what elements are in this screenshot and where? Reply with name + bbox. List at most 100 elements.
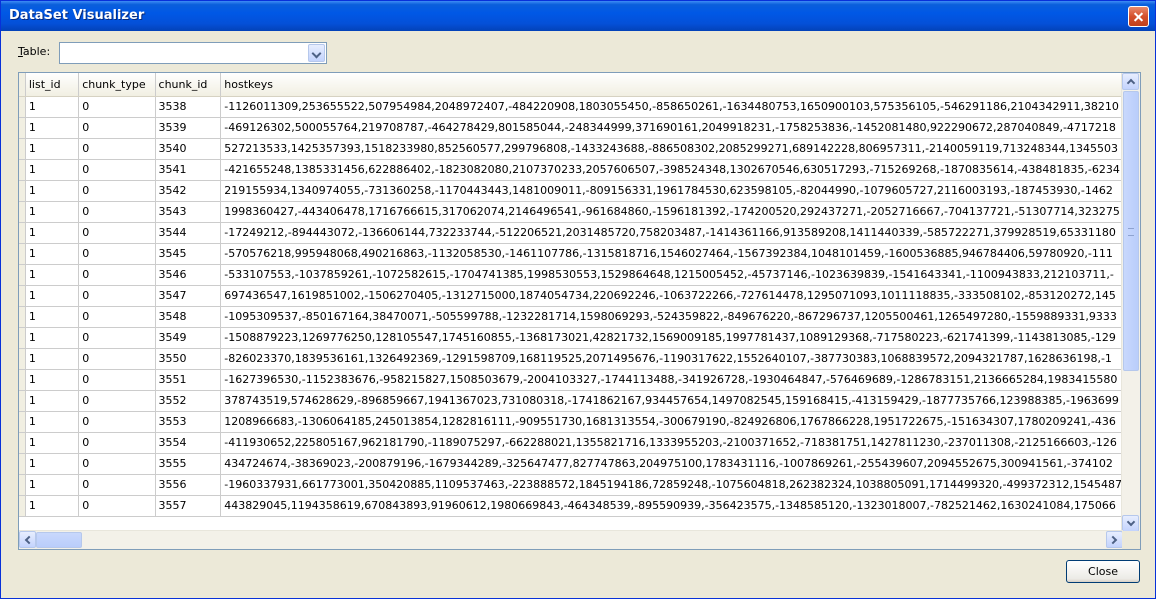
- cell-hostkeys[interactable]: 527213533,1425357393,1518233980,85256057…: [220, 138, 1123, 160]
- cell-chunk-id[interactable]: 3557: [155, 495, 222, 517]
- table-row[interactable]: 1 0 3554 -411930652,225805167,962181790,-11…: [19, 432, 1123, 454]
- cell-chunk-id[interactable]: 3541: [155, 159, 222, 181]
- cell-list-id[interactable]: 1: [25, 390, 80, 412]
- table-row[interactable]: 1 0 3548 -1095309537,-850167164,38470071,-5…: [19, 306, 1123, 328]
- cell-chunk-type[interactable]: 0: [78, 369, 156, 391]
- cell-chunk-id[interactable]: 3545: [155, 243, 222, 265]
- cell-chunk-id[interactable]: 3553: [155, 411, 222, 433]
- table-row[interactable]: 1 0 3544 -17249212,-894443072,-136606144,73…: [19, 222, 1123, 244]
- cell-hostkeys[interactable]: -1508879223,1269776250,128105547,1745160…: [220, 327, 1123, 349]
- cell-hostkeys[interactable]: -570576218,995948068,490216863,-11320585…: [220, 243, 1123, 265]
- cell-list-id[interactable]: 1: [25, 327, 80, 349]
- data-grid[interactable]: list_id chunk_type chunk_id hostkeys 103…: [18, 72, 1141, 550]
- cell-chunk-type[interactable]: 0: [78, 138, 156, 160]
- table-row[interactable]: 1 0 3538 -1126011309,253655522,507954984,20…: [19, 96, 1123, 118]
- cell-list-id[interactable]: 1: [25, 453, 80, 475]
- cell-list-id[interactable]: 1: [25, 369, 80, 391]
- cell-chunk-type[interactable]: 0: [78, 96, 156, 118]
- scroll-left-icon[interactable]: [19, 531, 36, 548]
- vertical-scrollbar[interactable]: [1121, 73, 1140, 532]
- cell-list-id[interactable]: 1: [25, 495, 80, 517]
- cell-hostkeys[interactable]: -17249212,-894443072,-136606144,73223374…: [220, 222, 1123, 244]
- table-row[interactable]: 1 0 3539 -469126302,500055764,219708787,-46…: [19, 117, 1123, 139]
- table-select[interactable]: [59, 42, 327, 64]
- cell-hostkeys[interactable]: -1627396530,-1152383676,-958215827,15085…: [220, 369, 1123, 391]
- cell-list-id[interactable]: 1: [25, 411, 80, 433]
- table-row[interactable]: 1 0 3553 1208966683,-1306064185,245013854,1…: [19, 411, 1123, 433]
- cell-chunk-type[interactable]: 0: [78, 306, 156, 328]
- cell-chunk-type[interactable]: 0: [78, 432, 156, 454]
- cell-chunk-id[interactable]: 3548: [155, 306, 222, 328]
- cell-list-id[interactable]: 1: [25, 243, 80, 265]
- cell-list-id[interactable]: 1: [25, 306, 80, 328]
- table-row[interactable]: 1 0 3552 378743519,574628629,-896859667,194…: [19, 390, 1123, 412]
- cell-chunk-id[interactable]: 3547: [155, 285, 222, 307]
- table-row[interactable]: 1 0 3541 -421655248,1385331456,622886402,-1…: [19, 159, 1123, 181]
- horizontal-scroll-thumb[interactable]: [36, 532, 82, 548]
- scroll-right-icon[interactable]: [1106, 531, 1123, 548]
- cell-list-id[interactable]: 1: [25, 201, 80, 223]
- cell-hostkeys[interactable]: 1208966683,-1306064185,245013854,1282816…: [220, 411, 1123, 433]
- cell-hostkeys[interactable]: -533107553,-1037859261,-1072582615,-1704…: [220, 264, 1123, 286]
- cell-chunk-id[interactable]: 3543: [155, 201, 222, 223]
- cell-chunk-type[interactable]: 0: [78, 474, 156, 496]
- cell-chunk-id[interactable]: 3550: [155, 348, 222, 370]
- cell-chunk-id[interactable]: 3554: [155, 432, 222, 454]
- table-row[interactable]: 1 0 3550 -826023370,1839536161,1326492369,-…: [19, 348, 1123, 370]
- cell-hostkeys[interactable]: -469126302,500055764,219708787,-46427842…: [220, 117, 1123, 139]
- vertical-scroll-thumb[interactable]: [1123, 91, 1139, 371]
- cell-chunk-type[interactable]: 0: [78, 180, 156, 202]
- cell-list-id[interactable]: 1: [25, 117, 80, 139]
- horizontal-scrollbar[interactable]: [19, 530, 1123, 549]
- cell-chunk-type[interactable]: 0: [78, 285, 156, 307]
- cell-list-id[interactable]: 1: [25, 138, 80, 160]
- window-close-icon[interactable]: [1128, 6, 1149, 27]
- cell-hostkeys[interactable]: 697436547,1619851002,-1506270405,-131271…: [220, 285, 1123, 307]
- cell-hostkeys[interactable]: -411930652,225805167,962181790,-11890752…: [220, 432, 1123, 454]
- table-row[interactable]: 1 0 3547 697436547,1619851002,-1506270405,-…: [19, 285, 1123, 307]
- cell-chunk-id[interactable]: 3549: [155, 327, 222, 349]
- close-button[interactable]: Close: [1066, 560, 1140, 583]
- table-row[interactable]: 1 0 3542 219155934,1340974055,-731360258,-1…: [19, 180, 1123, 202]
- cell-list-id[interactable]: 1: [25, 348, 80, 370]
- cell-chunk-id[interactable]: 3539: [155, 117, 222, 139]
- cell-hostkeys[interactable]: 219155934,1340974055,-731360258,-1170443…: [220, 180, 1123, 202]
- table-row[interactable]: 1 0 3556 -1960337931,661773001,350420885,11…: [19, 474, 1123, 496]
- cell-chunk-type[interactable]: 0: [78, 117, 156, 139]
- cell-chunk-id[interactable]: 3542: [155, 180, 222, 202]
- scroll-up-icon[interactable]: [1122, 73, 1139, 90]
- cell-chunk-type[interactable]: 0: [78, 264, 156, 286]
- title-bar[interactable]: DataSet Visualizer: [1, 1, 1155, 31]
- cell-list-id[interactable]: 1: [25, 285, 80, 307]
- cell-hostkeys[interactable]: -1960337931,661773001,350420885,11095374…: [220, 474, 1123, 496]
- cell-list-id[interactable]: 1: [25, 180, 80, 202]
- cell-chunk-id[interactable]: 3538: [155, 96, 222, 118]
- cell-chunk-type[interactable]: 0: [78, 390, 156, 412]
- cell-hostkeys[interactable]: -1095309537,-850167164,38470071,-5055997…: [220, 306, 1123, 328]
- cell-hostkeys[interactable]: -1126011309,253655522,507954984,20489724…: [220, 96, 1123, 118]
- table-row[interactable]: 1 0 3555 434724674,-38369023,-200879196,-16…: [19, 453, 1123, 475]
- cell-hostkeys[interactable]: 443829045,1194358619,670843893,91960612,…: [220, 495, 1123, 517]
- table-row[interactable]: 1 0 3557 443829045,1194358619,670843893,919…: [19, 495, 1123, 517]
- cell-list-id[interactable]: 1: [25, 432, 80, 454]
- cell-hostkeys[interactable]: -826023370,1839536161,1326492369,-129159…: [220, 348, 1123, 370]
- column-header-hostkeys[interactable]: hostkeys: [220, 73, 1123, 97]
- cell-hostkeys[interactable]: 434724674,-38369023,-200879196,-16793442…: [220, 453, 1123, 475]
- table-row[interactable]: 1 0 3543 1998360427,-443406478,1716766615,3…: [19, 201, 1123, 223]
- cell-chunk-id[interactable]: 3546: [155, 264, 222, 286]
- cell-hostkeys[interactable]: 378743519,574628629,-896859667,194136702…: [220, 390, 1123, 412]
- cell-hostkeys[interactable]: 1998360427,-443406478,1716766615,3170620…: [220, 201, 1123, 223]
- cell-hostkeys[interactable]: -421655248,1385331456,622886402,-1823082…: [220, 159, 1123, 181]
- cell-list-id[interactable]: 1: [25, 222, 80, 244]
- cell-chunk-type[interactable]: 0: [78, 201, 156, 223]
- cell-chunk-id[interactable]: 3552: [155, 390, 222, 412]
- cell-chunk-id[interactable]: 3540: [155, 138, 222, 160]
- column-header-list-id[interactable]: list_id: [25, 73, 80, 97]
- cell-chunk-id[interactable]: 3551: [155, 369, 222, 391]
- table-row[interactable]: 1 0 3545 -570576218,995948068,490216863,-11…: [19, 243, 1123, 265]
- column-header-chunk-id[interactable]: chunk_id: [155, 73, 222, 97]
- cell-chunk-id[interactable]: 3555: [155, 453, 222, 475]
- cell-chunk-type[interactable]: 0: [78, 159, 156, 181]
- dropdown-arrow-icon[interactable]: [308, 44, 325, 62]
- cell-list-id[interactable]: 1: [25, 264, 80, 286]
